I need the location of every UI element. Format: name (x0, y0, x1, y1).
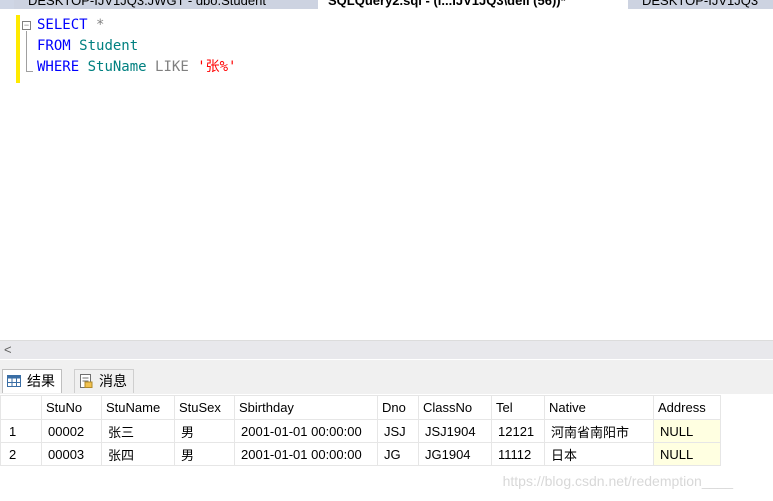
cell-dno[interactable]: JG (377, 442, 419, 466)
cell-tel[interactable]: 11112 (491, 442, 545, 466)
change-indicator-bar (16, 15, 20, 83)
cell-stusex[interactable]: 男 (174, 442, 235, 466)
tab-server[interactable]: DESKTOP-IJV1JQ3 (628, 0, 773, 9)
cell-native[interactable]: 河南省南阳市 (544, 419, 654, 443)
column-header-sbirthday[interactable]: Sbirthday (234, 395, 378, 420)
keyword-select: SELECT (37, 17, 88, 33)
fold-guide (26, 31, 27, 72)
results-grid[interactable]: StuNo StuName StuSex Sbirthday Dno Class… (0, 395, 721, 466)
document-tab-bar: DESKTOP-IJV1JQ3.JWGT - dbo.Student SQLQu… (0, 0, 773, 9)
query-editor[interactable]: − SELECT * FROM Student WHERE StuName LI… (0, 9, 773, 340)
tab-query-editor-active[interactable]: SQLQuery2.sql - (l...IJV1JQ3\dell (56))* (318, 0, 630, 9)
column-header-stuno[interactable]: StuNo (41, 395, 102, 420)
row-number[interactable]: 2 (0, 442, 42, 466)
collapse-icon[interactable]: − (22, 21, 31, 30)
tab-messages[interactable]: 消息 (74, 369, 134, 393)
keyword-where: WHERE (37, 59, 80, 75)
select-star: * (87, 17, 105, 33)
column-header-tel[interactable]: Tel (491, 395, 545, 420)
cell-tel[interactable]: 12121 (491, 419, 545, 443)
cell-stuname[interactable]: 张三 (101, 419, 175, 443)
cell-classno[interactable]: JG1904 (418, 442, 492, 466)
keyword-from: FROM (37, 38, 71, 54)
cell-address[interactable]: NULL (653, 442, 721, 466)
tab-table-designer[interactable]: DESKTOP-IJV1JQ3.JWGT - dbo.Student (14, 0, 328, 9)
grid-header-row: StuNo StuName StuSex Sbirthday Dno Class… (0, 395, 721, 420)
operator-like: LIKE (155, 59, 189, 75)
code-line-2: FROM Student (37, 36, 138, 57)
cell-sbirthday[interactable]: 2001-01-01 00:00:00 (234, 419, 378, 443)
column-header-classno[interactable]: ClassNo (418, 395, 492, 420)
cell-address[interactable]: NULL (653, 419, 721, 443)
cell-stuno[interactable]: 00002 (41, 419, 102, 443)
table-row[interactable]: 2 00003 张四 男 2001-01-01 00:00:00 JG JG19… (0, 442, 721, 466)
string-literal: '张%' (197, 59, 237, 75)
table-row[interactable]: 1 00002 张三 男 2001-01-01 00:00:00 JSJ JSJ… (0, 419, 721, 443)
cell-native[interactable]: 日本 (544, 442, 654, 466)
tab-messages-label: 消息 (99, 373, 127, 389)
cell-dno[interactable]: JSJ (377, 419, 419, 443)
cell-sbirthday[interactable]: 2001-01-01 00:00:00 (234, 442, 378, 466)
row-number-header[interactable] (0, 395, 42, 420)
row-number[interactable]: 1 (0, 419, 42, 443)
column-header-native[interactable]: Native (544, 395, 654, 420)
column-header-dno[interactable]: Dno (377, 395, 419, 420)
table-name: Student (79, 38, 139, 54)
cell-classno[interactable]: JSJ1904 (418, 419, 492, 443)
column-header-address[interactable]: Address (653, 395, 721, 420)
results-tab-strip: 结果 消息 (0, 360, 773, 394)
cell-stuno[interactable]: 00003 (41, 442, 102, 466)
column-name: StuName (87, 59, 147, 75)
message-icon (80, 374, 93, 388)
column-header-stuname[interactable]: StuName (101, 395, 175, 420)
code-line-3: WHERE StuName LIKE '张%' (37, 57, 237, 78)
fold-guide-end (26, 71, 33, 72)
column-header-stusex[interactable]: StuSex (174, 395, 235, 420)
tab-results-label: 结果 (27, 373, 55, 389)
code-line-1: SELECT * (37, 15, 104, 36)
cell-stuname[interactable]: 张四 (101, 442, 175, 466)
horizontal-scrollbar[interactable]: < (0, 340, 773, 359)
tab-results[interactable]: 结果 (2, 369, 62, 393)
cell-stusex[interactable]: 男 (174, 419, 235, 443)
scroll-left-icon[interactable]: < (4, 341, 12, 359)
watermark-text: https://blog.csdn.net/redemption____ (502, 473, 733, 489)
grid-icon (7, 375, 21, 387)
